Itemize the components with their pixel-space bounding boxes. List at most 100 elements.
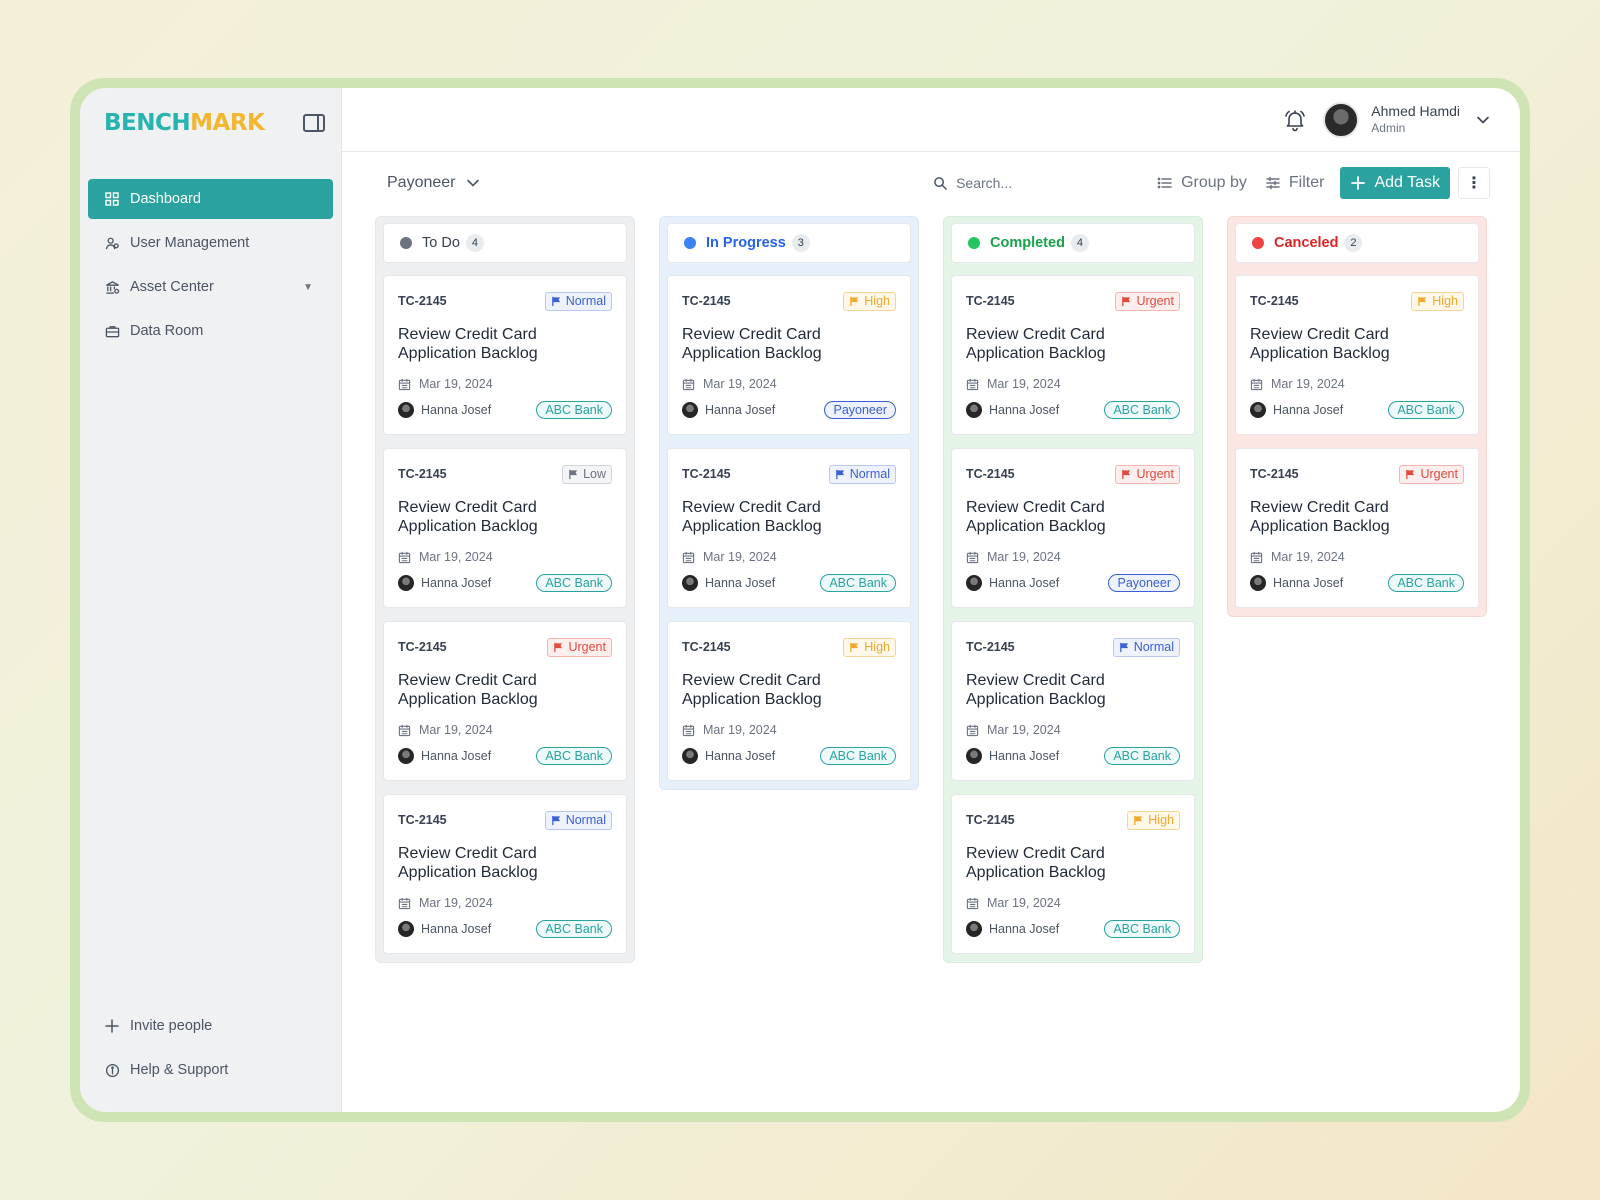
more-options-icon[interactable]: ⋮: [1458, 167, 1490, 199]
assignee[interactable]: Hanna Josef: [682, 748, 775, 764]
assignee[interactable]: Hanna Josef: [1250, 575, 1343, 591]
user-avatar[interactable]: [1323, 101, 1360, 138]
column-header[interactable]: To Do 4: [383, 223, 627, 263]
priority-badge[interactable]: High: [843, 637, 896, 657]
column-header[interactable]: Completed 4: [951, 223, 1195, 263]
assignee-avatar: [682, 575, 698, 591]
assignee[interactable]: Hanna Josef: [398, 748, 491, 764]
client-tag[interactable]: ABC Bank: [536, 401, 612, 419]
priority-badge[interactable]: High: [1127, 810, 1180, 830]
client-tag[interactable]: ABC Bank: [1388, 401, 1464, 419]
task-card[interactable]: TC-2145 Normal Review Credit Card Applicat…: [383, 794, 627, 954]
task-card[interactable]: TC-2145 High Review Credit Card Applicatio…: [951, 794, 1195, 954]
task-date-text: Mar 19, 2024: [987, 377, 1061, 391]
assignee[interactable]: Hanna Josef: [966, 402, 1059, 418]
priority-badge[interactable]: Normal: [828, 464, 896, 484]
priority-badge[interactable]: Normal: [544, 810, 612, 830]
sidebar-item-data-room[interactable]: Data Room: [88, 311, 333, 351]
assignee[interactable]: Hanna Josef: [1250, 402, 1343, 418]
client-tag[interactable]: ABC Bank: [1388, 574, 1464, 592]
task-card[interactable]: TC-2145 Urgent Review Credit Card Applicat…: [951, 275, 1195, 435]
priority-badge[interactable]: Normal: [544, 291, 612, 311]
priority-label: Low: [583, 467, 606, 481]
priority-badge[interactable]: Urgent: [1115, 291, 1180, 311]
task-date: Mar 19, 2024: [966, 377, 1180, 391]
assignee[interactable]: Hanna Josef: [682, 575, 775, 591]
notification-bell-icon[interactable]: [1283, 108, 1307, 132]
task-date: Mar 19, 2024: [1250, 550, 1464, 564]
flag-icon: [568, 469, 579, 480]
column-header[interactable]: Canceled 2: [1235, 223, 1479, 263]
assignee[interactable]: Hanna Josef: [398, 575, 491, 591]
client-tag[interactable]: Payoneer: [824, 401, 896, 419]
priority-badge[interactable]: Low: [562, 464, 612, 484]
sidebar-item-user-management[interactable]: User Management: [88, 223, 333, 263]
client-tag[interactable]: ABC Bank: [536, 920, 612, 938]
column-header[interactable]: In Progress 3: [667, 223, 911, 263]
client-tag[interactable]: ABC Bank: [1104, 747, 1180, 765]
priority-badge[interactable]: Urgent: [547, 637, 612, 657]
priority-badge[interactable]: Urgent: [1115, 464, 1180, 484]
task-card[interactable]: TC-2145 Urgent Review Credit Card Applicat…: [383, 621, 627, 781]
assignee-avatar: [682, 402, 698, 418]
priority-badge[interactable]: Normal: [1112, 637, 1180, 657]
task-id: TC-2145: [966, 294, 1015, 308]
assignee-avatar: [966, 402, 982, 418]
client-tag[interactable]: ABC Bank: [1104, 920, 1180, 938]
kanban-board: To Do 4 TC-2145 Normal Review Credit Card Ap…: [342, 216, 1520, 963]
sidebar-item-asset-center[interactable]: Asset Center ▼: [88, 267, 333, 307]
task-date-text: Mar 19, 2024: [419, 550, 493, 564]
sidebar-item-help-support[interactable]: Help & Support: [88, 1050, 333, 1090]
column-title: To Do: [422, 235, 460, 251]
sidebar-item-dashboard[interactable]: Dashboard: [88, 179, 333, 219]
task-card[interactable]: TC-2145 Normal Review Credit Card Applicat…: [951, 621, 1195, 781]
priority-badge[interactable]: Urgent: [1399, 464, 1464, 484]
assignee-name: Hanna Josef: [705, 403, 776, 417]
assignee[interactable]: Hanna Josef: [966, 575, 1059, 591]
task-card[interactable]: TC-2145 High Review Credit Card Applicatio…: [667, 621, 911, 781]
workspace-select[interactable]: Payoneer: [387, 174, 480, 192]
client-tag[interactable]: ABC Bank: [820, 747, 896, 765]
group-by-button[interactable]: Group by: [1157, 174, 1247, 192]
user-info[interactable]: Ahmed Hamdi Admin: [1371, 103, 1460, 136]
task-card[interactable]: TC-2145 Low Review Credit Card Application…: [383, 448, 627, 608]
assignee[interactable]: Hanna Josef: [966, 921, 1059, 937]
priority-label: High: [1148, 813, 1174, 827]
assignee[interactable]: Hanna Josef: [682, 402, 775, 418]
column-completed: Completed 4 TC-2145 Urgent Review Credit Car…: [943, 216, 1203, 963]
priority-badge[interactable]: High: [843, 291, 896, 311]
task-id: TC-2145: [966, 640, 1015, 654]
chevron-down-icon[interactable]: [1476, 113, 1490, 127]
task-date-text: Mar 19, 2024: [419, 723, 493, 737]
filter-button[interactable]: Filter: [1265, 174, 1324, 192]
assignee[interactable]: Hanna Josef: [398, 921, 491, 937]
client-tag[interactable]: ABC Bank: [536, 747, 612, 765]
priority-label: Normal: [849, 467, 890, 481]
task-date: Mar 19, 2024: [682, 377, 896, 391]
task-card[interactable]: TC-2145 High Review Credit Card Applicatio…: [1235, 275, 1479, 435]
chevron-down-icon: [466, 179, 479, 187]
flag-icon: [1405, 469, 1416, 480]
calendar-icon: [1250, 378, 1263, 391]
client-tag[interactable]: ABC Bank: [820, 574, 896, 592]
client-tag[interactable]: ABC Bank: [1104, 401, 1180, 419]
assignee[interactable]: Hanna Josef: [398, 402, 491, 418]
task-card[interactable]: TC-2145 Normal Review Credit Card Applicat…: [667, 448, 911, 608]
assignee-name: Hanna Josef: [421, 403, 492, 417]
status-dot: [1252, 237, 1264, 249]
task-card[interactable]: TC-2145 Urgent Review Credit Card Applicat…: [951, 448, 1195, 608]
task-id: TC-2145: [398, 813, 447, 827]
client-tag[interactable]: ABC Bank: [536, 574, 612, 592]
add-task-button[interactable]: Add Task: [1340, 167, 1450, 199]
sidebar-collapse-icon[interactable]: [303, 114, 325, 132]
assignee[interactable]: Hanna Josef: [966, 748, 1059, 764]
client-tag[interactable]: Payoneer: [1108, 574, 1180, 592]
task-card[interactable]: TC-2145 High Review Credit Card Applicatio…: [667, 275, 911, 435]
priority-badge[interactable]: High: [1411, 291, 1464, 311]
task-card[interactable]: TC-2145 Urgent Review Credit Card Applicat…: [1235, 448, 1479, 608]
search-input[interactable]: [956, 175, 1127, 191]
task-card[interactable]: TC-2145 Normal Review Credit Card Applicat…: [383, 275, 627, 435]
sidebar-item-invite-people[interactable]: Invite people: [88, 1006, 333, 1046]
briefcase-icon: [104, 323, 120, 339]
flag-icon: [551, 296, 562, 307]
